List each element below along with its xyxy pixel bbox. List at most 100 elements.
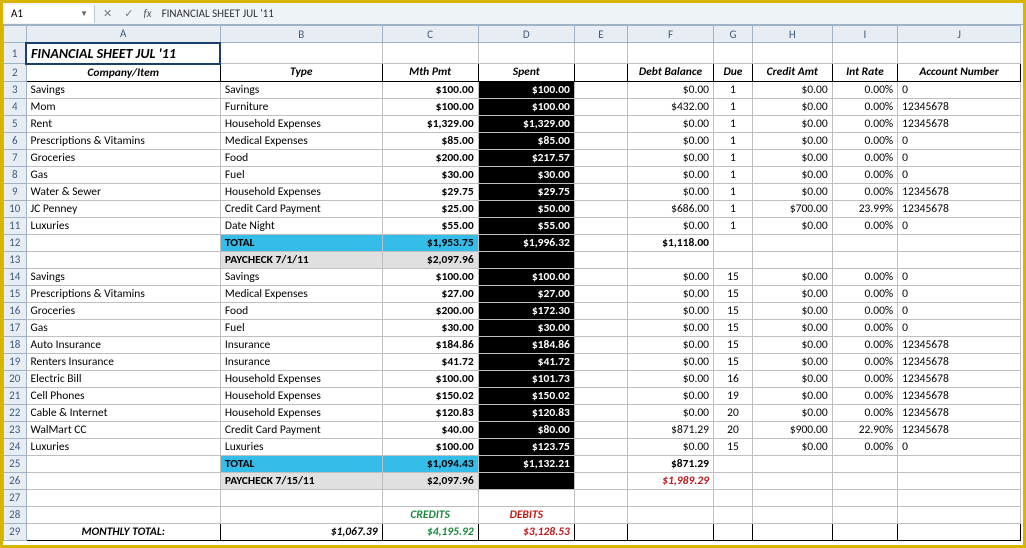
cell[interactable]: [832, 489, 897, 506]
total-debt[interactable]: $1,118.00: [628, 234, 714, 251]
spent[interactable]: $100.00: [478, 98, 574, 115]
due[interactable]: 1: [714, 115, 753, 132]
col-header-D[interactable]: D: [478, 26, 574, 43]
type[interactable]: Savings: [220, 268, 382, 285]
row-header-20[interactable]: 20: [4, 370, 27, 387]
row-header-27[interactable]: 27: [4, 489, 27, 506]
total-spent[interactable]: $1,996.32: [478, 234, 574, 251]
header-F[interactable]: Debt Balance: [628, 64, 714, 82]
cell[interactable]: [898, 489, 1021, 506]
company-item[interactable]: Savings: [26, 268, 220, 285]
type[interactable]: Household Expenses: [220, 404, 382, 421]
debt-balance[interactable]: $0.00: [628, 183, 714, 200]
debt-balance[interactable]: $871.29: [628, 421, 714, 438]
debt-balance[interactable]: $0.00: [628, 404, 714, 421]
cell[interactable]: [382, 43, 478, 64]
total-label[interactable]: TOTAL: [220, 455, 382, 472]
debt-balance[interactable]: $0.00: [628, 115, 714, 132]
credit-amt[interactable]: $900.00: [752, 421, 832, 438]
total-debt[interactable]: $871.29: [628, 455, 714, 472]
company-item[interactable]: Cell Phones: [26, 387, 220, 404]
int-rate[interactable]: 0.00%: [832, 387, 897, 404]
cell[interactable]: [898, 455, 1021, 472]
spent[interactable]: $80.00: [478, 421, 574, 438]
mth-pmt[interactable]: $100.00: [382, 81, 478, 98]
company-item[interactable]: Cable & Internet: [26, 404, 220, 421]
account-number[interactable]: 0: [898, 217, 1021, 234]
cell[interactable]: [478, 489, 574, 506]
cell[interactable]: [26, 234, 220, 251]
credit-amt[interactable]: $0.00: [752, 149, 832, 166]
int-rate[interactable]: 0.00%: [832, 166, 897, 183]
mth-pmt[interactable]: $29.75: [382, 183, 478, 200]
due[interactable]: 1: [714, 200, 753, 217]
type[interactable]: Savings: [220, 81, 382, 98]
row-header-16[interactable]: 16: [4, 302, 27, 319]
cell[interactable]: [574, 285, 627, 302]
type[interactable]: Medical Expenses: [220, 132, 382, 149]
row-header-12[interactable]: 12: [4, 234, 27, 251]
type[interactable]: Furniture: [220, 98, 382, 115]
int-rate[interactable]: 0.00%: [832, 302, 897, 319]
cell[interactable]: [26, 455, 220, 472]
int-rate[interactable]: 0.00%: [832, 285, 897, 302]
credit-amt[interactable]: $0.00: [752, 438, 832, 455]
account-number[interactable]: 0: [898, 132, 1021, 149]
int-rate[interactable]: 0.00%: [832, 268, 897, 285]
row-header-29[interactable]: 29: [4, 523, 27, 540]
due[interactable]: 19: [714, 387, 753, 404]
debt-balance[interactable]: $0.00: [628, 217, 714, 234]
cell[interactable]: [714, 472, 753, 489]
total-mth[interactable]: $1,953.75: [382, 234, 478, 251]
company-item[interactable]: WalMart CC: [26, 421, 220, 438]
account-number[interactable]: 12345678: [898, 353, 1021, 370]
type[interactable]: Date Night: [220, 217, 382, 234]
due[interactable]: 15: [714, 268, 753, 285]
debt-balance[interactable]: $0.00: [628, 336, 714, 353]
credit-amt[interactable]: $0.00: [752, 336, 832, 353]
cell[interactable]: [832, 455, 897, 472]
spent[interactable]: $55.00: [478, 217, 574, 234]
company-item[interactable]: Prescriptions & Vitamins: [26, 285, 220, 302]
type[interactable]: Household Expenses: [220, 183, 382, 200]
type[interactable]: Fuel: [220, 166, 382, 183]
cell[interactable]: [752, 523, 832, 540]
row-header-19[interactable]: 19: [4, 353, 27, 370]
cell[interactable]: [628, 43, 714, 64]
mth-pmt[interactable]: $184.86: [382, 336, 478, 353]
cell[interactable]: [220, 43, 382, 64]
monthly-total-credits[interactable]: $4,195.92: [382, 523, 478, 540]
credit-amt[interactable]: $0.00: [752, 268, 832, 285]
company-item[interactable]: Electric Bill: [26, 370, 220, 387]
header-B[interactable]: Type: [220, 64, 382, 82]
row-header-25[interactable]: 25: [4, 455, 27, 472]
type[interactable]: Fuel: [220, 319, 382, 336]
debt-balance[interactable]: $0.00: [628, 132, 714, 149]
credit-amt[interactable]: $0.00: [752, 404, 832, 421]
row-header-17[interactable]: 17: [4, 319, 27, 336]
mth-pmt[interactable]: $85.00: [382, 132, 478, 149]
credit-amt[interactable]: $0.00: [752, 115, 832, 132]
col-header-F[interactable]: F: [628, 26, 714, 43]
mth-pmt[interactable]: $100.00: [382, 438, 478, 455]
due[interactable]: 1: [714, 217, 753, 234]
mth-pmt[interactable]: $200.00: [382, 302, 478, 319]
mth-pmt[interactable]: $30.00: [382, 319, 478, 336]
due[interactable]: 1: [714, 149, 753, 166]
cell[interactable]: [26, 489, 220, 506]
spent[interactable]: $30.00: [478, 319, 574, 336]
row-header-23[interactable]: 23: [4, 421, 27, 438]
int-rate[interactable]: 0.00%: [832, 353, 897, 370]
account-number[interactable]: 12345678: [898, 98, 1021, 115]
row-header-13[interactable]: 13: [4, 251, 27, 268]
cell[interactable]: [714, 43, 753, 64]
header-A[interactable]: Company/Item: [26, 64, 220, 82]
spent[interactable]: $172.30: [478, 302, 574, 319]
cell[interactable]: [574, 353, 627, 370]
type[interactable]: Insurance: [220, 353, 382, 370]
account-number[interactable]: 0: [898, 302, 1021, 319]
company-item[interactable]: Rent: [26, 115, 220, 132]
cell[interactable]: [574, 387, 627, 404]
company-item[interactable]: Water & Sewer: [26, 183, 220, 200]
row-header-6[interactable]: 6: [4, 132, 27, 149]
